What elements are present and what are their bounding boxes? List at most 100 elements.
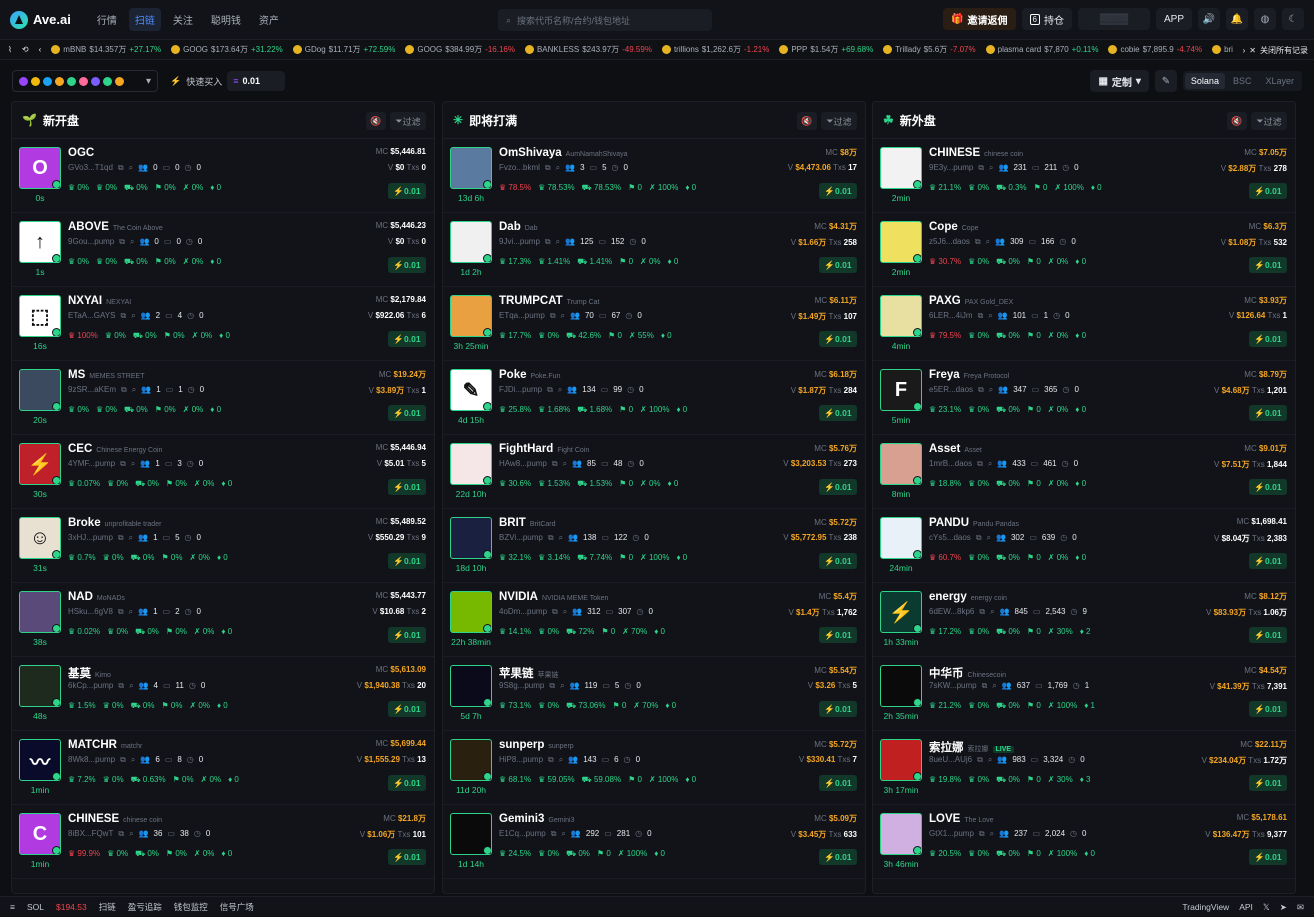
quick-buy-button[interactable]: ⚡ 0.01 bbox=[1249, 701, 1287, 717]
token-avatar[interactable]: ⬚ bbox=[19, 295, 61, 337]
copy-icon[interactable]: ⧉ bbox=[121, 385, 127, 395]
tab-bsc[interactable]: BSC bbox=[1227, 73, 1258, 89]
search-icon[interactable]: ⌕ bbox=[559, 533, 563, 543]
token-avatar[interactable]: ⚡ bbox=[19, 443, 61, 485]
search-icon[interactable]: ⌕ bbox=[560, 681, 564, 691]
token-card[interactable]: 5d 7h 苹果链 苹果链 9S8g...pump ⧉ ⌕ 👥 119 ▭ 5 ◷ 0 ♛ 73.1% ♛… bbox=[443, 657, 865, 731]
search-icon[interactable]: ⌕ bbox=[559, 755, 563, 765]
token-symbol[interactable]: 苹果链 bbox=[499, 665, 534, 681]
token-symbol[interactable]: NAD bbox=[68, 591, 93, 603]
token-card[interactable]: C 1min CHINESE chinese coin 8iBX...FQwT ⧉ ⌕ 👥 36… bbox=[12, 805, 434, 879]
token-avatar[interactable] bbox=[880, 739, 922, 781]
ticker-item[interactable]: Trillady $5.6万 -7.07% bbox=[883, 44, 976, 55]
token-symbol[interactable]: TRUMPCAT bbox=[499, 295, 563, 307]
quick-buy-button[interactable]: ⚡ 0.01 bbox=[388, 405, 426, 421]
search-icon[interactable]: ⌕ bbox=[988, 311, 992, 321]
search-icon[interactable]: ⌕ bbox=[563, 459, 567, 469]
invite-button[interactable]: 🎁 邀请返佣 bbox=[943, 8, 1016, 30]
search-icon[interactable]: ⌕ bbox=[990, 607, 994, 617]
edit-icon[interactable]: ✎ bbox=[1154, 70, 1177, 92]
bottom-link-scan[interactable]: 扫链 bbox=[99, 901, 116, 913]
quick-buy-button[interactable]: ⚡ 0.01 bbox=[388, 553, 426, 569]
tab-solana[interactable]: Solana bbox=[1184, 73, 1225, 89]
token-address[interactable]: z5J6...daos bbox=[929, 237, 970, 247]
token-symbol[interactable]: CHINESE bbox=[68, 813, 119, 825]
nav-item[interactable]: 关注 bbox=[167, 8, 199, 31]
token-avatar[interactable] bbox=[19, 665, 61, 707]
token-avatar[interactable] bbox=[450, 739, 492, 781]
copy-icon[interactable]: ⧉ bbox=[545, 237, 551, 247]
quick-buy-button[interactable]: ⚡ 0.01 bbox=[1249, 257, 1287, 273]
token-card[interactable]: ☺ 31s Broke unprofitable trader 3xHJ...pump ⧉… bbox=[12, 509, 434, 583]
quick-buy-button[interactable]: ⚡ 0.01 bbox=[819, 627, 857, 643]
mute-icon[interactable]: 🔇 bbox=[366, 112, 386, 130]
token-address[interactable]: 8Wk8...pump bbox=[68, 755, 115, 765]
nav-item[interactable]: 扫链 bbox=[128, 8, 161, 31]
search-icon[interactable]: ⌕ bbox=[129, 607, 133, 617]
ticker-item[interactable]: trillions $1,262.6万 -1.21% bbox=[661, 44, 769, 55]
token-symbol[interactable]: Freya bbox=[929, 369, 960, 381]
token-symbol[interactable]: NXYAI bbox=[68, 295, 102, 307]
search-icon[interactable]: ⌕ bbox=[989, 163, 993, 173]
copy-icon[interactable]: ⧉ bbox=[120, 459, 126, 469]
quick-buy-button[interactable]: ⚡ 0.01 bbox=[1249, 627, 1287, 643]
search-icon[interactable]: ⌕ bbox=[988, 459, 992, 469]
quick-buy-button[interactable]: ⚡ 0.01 bbox=[388, 331, 426, 347]
ticker-item[interactable]: GOOG $384.99万 -16.16% bbox=[405, 44, 515, 55]
copy-icon[interactable]: ⧉ bbox=[978, 163, 984, 173]
history-icon[interactable]: ⟲ bbox=[22, 45, 29, 54]
token-card[interactable]: 13d 6h OmShivaya AumNamahShivaya Fvzo...bkm… bbox=[443, 139, 865, 213]
copy-icon[interactable]: ⧉ bbox=[548, 755, 554, 765]
token-address[interactable]: 6dEW...8kp6 bbox=[929, 607, 974, 617]
token-avatar[interactable] bbox=[450, 221, 492, 263]
copy-icon[interactable]: ⧉ bbox=[978, 385, 984, 395]
copy-icon[interactable]: ⧉ bbox=[977, 755, 983, 765]
filter-button[interactable]: ⏷ 过滤 bbox=[1251, 112, 1287, 130]
token-symbol[interactable]: PANDU bbox=[929, 517, 969, 529]
account-button[interactable]: ▒▒▒▒ bbox=[1077, 8, 1150, 30]
search-icon[interactable]: ⌕ bbox=[129, 681, 133, 691]
search-icon[interactable]: ⌕ bbox=[131, 311, 135, 321]
token-card[interactable]: 22d 10h FightHard Fight Coin HAw8...pump ⧉ ⌕ 👥… bbox=[443, 435, 865, 509]
close-records-button[interactable]: › ✕ 关闭所有记录 bbox=[1236, 40, 1314, 59]
tradingview-link[interactable]: TradingView bbox=[1182, 902, 1229, 912]
copy-icon[interactable]: ⧉ bbox=[975, 237, 981, 247]
token-symbol[interactable]: 中华币 bbox=[929, 665, 964, 681]
copy-icon[interactable]: ⧉ bbox=[979, 829, 985, 839]
token-avatar[interactable]: ↑ bbox=[19, 221, 61, 263]
quick-buy-button[interactable]: ⚡ 0.01 bbox=[819, 257, 857, 273]
token-avatar[interactable] bbox=[450, 813, 492, 855]
copy-icon[interactable]: ⧉ bbox=[118, 607, 124, 617]
chain-selector[interactable]: ▾ bbox=[12, 70, 158, 92]
token-symbol[interactable]: MATCHR bbox=[68, 739, 117, 751]
ticker-item[interactable]: PPP $1.54万 +69.68% bbox=[779, 44, 873, 55]
token-card[interactable]: ✎ 4d 15h Poke Poke.Fun FJDi...pump ⧉ ⌕ 👥 134 ▭ 99 ◷… bbox=[443, 361, 865, 435]
copy-icon[interactable]: ⧉ bbox=[545, 163, 551, 173]
token-card[interactable]: 20s MS MEMES STREET 9zSR...aKEm ⧉ ⌕ 👥 1 ▭ 1 ◷ 0 ♛ 0%… bbox=[12, 361, 434, 435]
token-avatar[interactable]: ✎ bbox=[450, 369, 492, 411]
copy-icon[interactable]: ⧉ bbox=[120, 755, 126, 765]
sound-icon[interactable]: 🔊 bbox=[1198, 8, 1220, 30]
search-icon[interactable]: ⌕ bbox=[132, 385, 136, 395]
token-avatar[interactable] bbox=[450, 443, 492, 485]
token-card[interactable]: 3h 17min 索拉娜 索拉娜 LIVE 8ueU...AUj6 ⧉ ⌕ 👥 983 ▭ 3,32… bbox=[873, 731, 1295, 805]
search-icon[interactable]: ⌕ bbox=[986, 237, 990, 247]
token-address[interactable]: 6LER...4iJm bbox=[929, 311, 973, 321]
copy-icon[interactable]: ⧉ bbox=[552, 459, 558, 469]
copy-icon[interactable]: ⧉ bbox=[547, 385, 553, 395]
quick-buy-button[interactable]: ⚡ 0.01 bbox=[819, 701, 857, 717]
token-card[interactable]: 18d 10h BRIT BritCard BZVi...pump ⧉ ⌕ 👥 138 ▭ 122… bbox=[443, 509, 865, 583]
token-address[interactable]: ETqa...pump bbox=[499, 311, 545, 321]
token-address[interactable]: 8iBX...FQwT bbox=[68, 829, 113, 839]
copy-icon[interactable]: ⧉ bbox=[118, 533, 124, 543]
token-avatar[interactable]: O bbox=[19, 147, 61, 189]
token-card[interactable]: 4min PAXG PAX Gold_DEX 6LER...4iJm ⧉ ⌕ 👥 101 ▭ 1 ◷… bbox=[873, 287, 1295, 361]
token-card[interactable]: 3h 25min TRUMPCAT Trump Cat ETqa...pump ⧉ ⌕ 👥 7… bbox=[443, 287, 865, 361]
token-card[interactable]: 8min Asset Asset 1mrB...daos ⧉ ⌕ 👥 433 ▭ 461 ◷ 0 ♛ 1… bbox=[873, 435, 1295, 509]
token-card[interactable]: 2min CHINESE chinese coin 9E3y...pump ⧉ ⌕ 👥 231… bbox=[873, 139, 1295, 213]
token-address[interactable]: GtX1...pump bbox=[929, 829, 974, 839]
quick-buy-button[interactable]: ⚡ 0.01 bbox=[388, 627, 426, 643]
token-avatar[interactable]: ☺ bbox=[19, 517, 61, 559]
token-avatar[interactable] bbox=[450, 591, 492, 633]
quick-buy-button[interactable]: ⚡ 0.01 bbox=[1249, 479, 1287, 495]
